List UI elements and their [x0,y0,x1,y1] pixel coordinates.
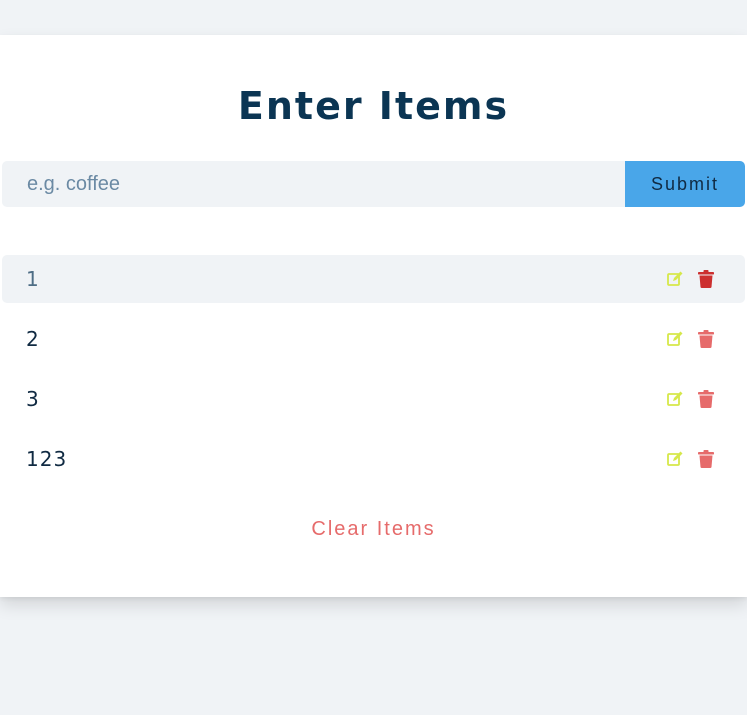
edit-icon[interactable] [666,270,684,288]
list-item: 2 [2,315,745,363]
item-actions [666,435,715,483]
item-list: 1 2 3 123 [2,255,745,495]
list-item: 123 [2,435,745,483]
item-actions [666,315,715,363]
trash-icon[interactable] [697,450,715,468]
edit-icon[interactable] [666,390,684,408]
item-actions [666,255,715,303]
item-input[interactable] [2,161,625,207]
clear-items-button[interactable]: Clear Items [0,518,747,541]
item-actions [666,375,715,423]
item-form: Submit [2,161,745,207]
item-title: 1 [26,267,40,291]
trash-icon[interactable] [697,270,715,288]
list-item: 3 [2,375,745,423]
trash-icon[interactable] [697,330,715,348]
item-title: 123 [26,447,68,471]
item-title: 3 [26,387,40,411]
edit-icon[interactable] [666,330,684,348]
grocery-card: Enter Items Submit 1 [0,35,747,597]
item-title: 2 [26,327,40,351]
list-item: 1 [2,255,745,303]
trash-icon[interactable] [697,390,715,408]
submit-button[interactable]: Submit [625,161,745,207]
edit-icon[interactable] [666,450,684,468]
page-title: Enter Items [237,84,510,128]
